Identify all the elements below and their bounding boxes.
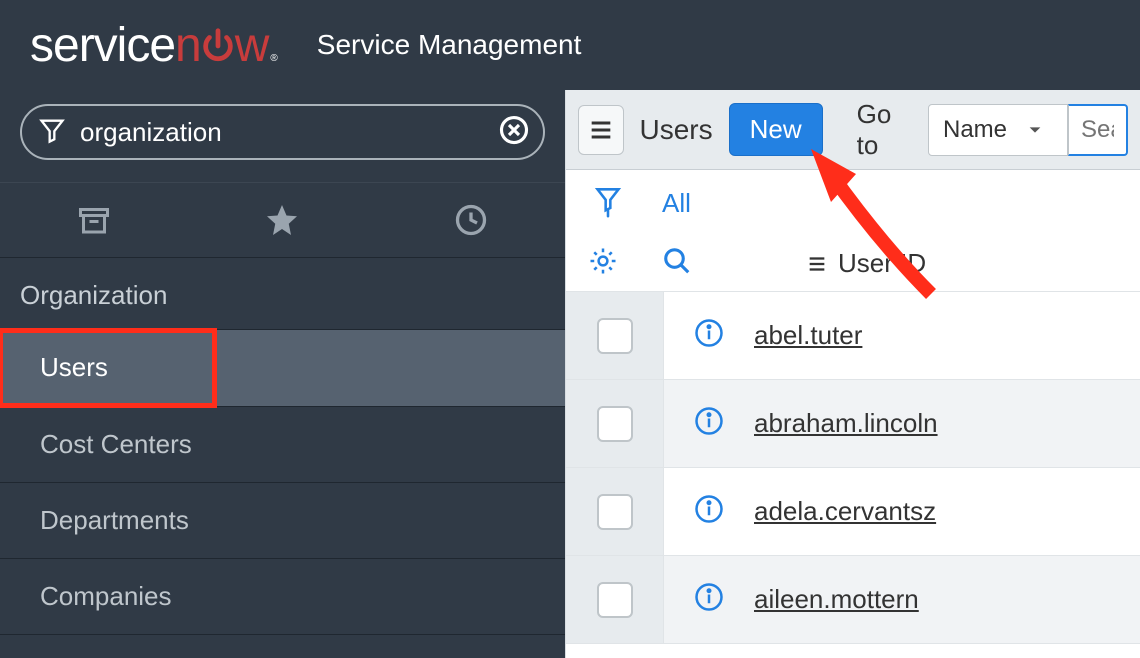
funnel-icon[interactable] [594,184,622,223]
clear-icon[interactable] [499,115,529,150]
breadcrumb-all[interactable]: All [662,188,691,219]
row-checkbox[interactable] [597,318,633,354]
brand-logo: service n w ® [30,18,277,73]
info-icon[interactable] [694,582,724,617]
content-area: Users New Go to Name All [565,90,1140,658]
nav-tab-favorites[interactable] [188,183,376,257]
navigation-sidebar: Organization Users Cost Centers Departme… [0,90,565,658]
user-id-link[interactable]: abraham.lincoln [754,408,938,439]
table-row: aileen.mottern [566,556,1140,644]
nav-item-companies[interactable]: Companies [0,559,565,635]
column-header-label: User ID [838,248,926,279]
nav-filter-input[interactable] [80,117,485,148]
checkbox-cell [566,468,664,555]
power-icon [199,22,237,60]
row-checkbox[interactable] [597,582,633,618]
funnel-icon [38,116,66,149]
star-icon [264,202,300,238]
nav-filter-pill[interactable] [20,104,545,160]
info-icon[interactable] [694,406,724,441]
info-icon[interactable] [694,494,724,529]
list-header: User ID [566,236,1140,292]
page-title: Users [640,114,713,146]
nav-item-row-users[interactable]: Users [0,330,565,407]
user-id-link[interactable]: abel.tuter [754,320,862,351]
user-id-link[interactable]: adela.cervantsz [754,496,936,527]
column-header-userid[interactable]: User ID [806,248,926,279]
row-checkbox[interactable] [597,494,633,530]
list-toolbar: Users New Go to Name [566,90,1140,170]
list-menu-button[interactable] [578,105,624,155]
goto-select-value: Name [943,116,1007,144]
table-row: adela.cervantsz [566,468,1140,556]
goto-select[interactable]: Name [928,104,1068,156]
nav-tab-all[interactable] [0,183,188,257]
app-header: service n w ® Service Management [0,0,1140,90]
logo-text-now: n w [175,18,268,73]
nav-item-users[interactable]: Users [0,330,215,406]
user-id-link[interactable]: aileen.mottern [754,584,919,615]
goto-search-input[interactable] [1068,104,1128,156]
clock-icon [453,202,489,238]
checkbox-cell [566,556,664,643]
list-body: abel.tuter abraham.lincoln [566,292,1140,644]
row-checkbox[interactable] [597,406,633,442]
nav-item-cost-centers[interactable]: Cost Centers [0,407,565,483]
nav-tab-history[interactable] [377,183,565,257]
menu-icon [587,116,615,144]
menu-icon [806,253,828,275]
logo-text-service: service [30,18,175,73]
trademark-icon: ® [270,53,276,64]
nav-item-departments[interactable]: Departments [0,483,565,559]
nav-section-organization: Organization [0,258,565,330]
app-title: Service Management [317,29,582,61]
info-icon[interactable] [694,318,724,353]
nav-filter-bar [0,90,565,182]
new-button[interactable]: New [729,103,823,156]
gear-icon[interactable] [588,246,618,281]
checkbox-cell [566,380,664,467]
table-row: abraham.lincoln [566,380,1140,468]
nav-tabs [0,182,565,258]
archive-icon [76,202,112,238]
checkbox-cell [566,292,664,379]
breadcrumb-row: All [566,170,1140,236]
chevron-down-icon [1027,122,1043,138]
search-icon[interactable] [662,246,692,281]
table-row: abel.tuter [566,292,1140,380]
goto-label: Go to [857,99,912,161]
